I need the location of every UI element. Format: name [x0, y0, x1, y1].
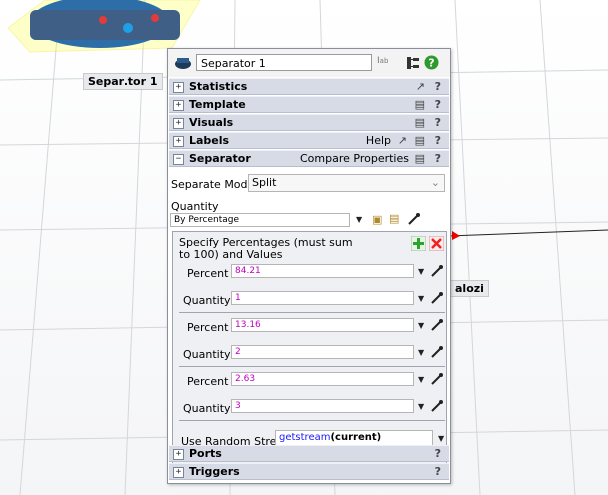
collapse-icon[interactable]: −: [173, 154, 184, 165]
expand-icon[interactable]: +: [173, 100, 184, 111]
quantity-label: Quantity: [171, 200, 219, 213]
section-statistics[interactable]: + Statistics ↗ ?: [169, 78, 449, 95]
section-labels[interactable]: + Labels Help ↗ ▤ ?: [169, 132, 449, 149]
dropdown-arrow-icon[interactable]: ▼: [418, 348, 424, 357]
help-mark[interactable]: ?: [435, 98, 441, 111]
section-title: Labels: [189, 134, 230, 147]
row-divider: [179, 366, 445, 367]
expand-icon[interactable]: +: [173, 467, 184, 478]
eyedropper-icon[interactable]: [431, 292, 443, 304]
pointer-icon[interactable]: ↗: [416, 80, 425, 93]
section-visuals[interactable]: + Visuals ▤ ?: [169, 114, 449, 131]
labels-help-link[interactable]: Help: [366, 134, 391, 147]
copy-properties-icon[interactable]: ▤: [415, 116, 425, 129]
copy-properties-icon[interactable]: ▤: [415, 98, 425, 111]
percent-label: Percent: [187, 375, 229, 388]
separator-3d-object: [7, 0, 201, 53]
section-title: Statistics: [189, 80, 248, 93]
section-title: Separator: [189, 152, 251, 165]
dropdown-arrow-icon[interactable]: ▼: [356, 215, 362, 224]
expand-icon[interactable]: +: [173, 136, 184, 147]
help-mark[interactable]: ?: [435, 116, 441, 129]
svg-text:?: ?: [428, 57, 434, 70]
quantity-row-label: Quantity: [183, 294, 231, 307]
compare-properties-link[interactable]: Compare Properties: [300, 152, 409, 165]
chevron-down-icon: ⌄: [430, 176, 440, 189]
help-mark[interactable]: ?: [435, 447, 441, 460]
quantity-input-3[interactable]: 3: [231, 399, 414, 413]
section-triggers[interactable]: + Triggers ?: [169, 463, 449, 480]
pointer-icon[interactable]: ↗: [398, 134, 407, 147]
dropdown-arrow-icon[interactable]: ▼: [418, 267, 424, 276]
percent-input-3[interactable]: 2.63: [231, 372, 414, 386]
quantity-row-label: Quantity: [183, 402, 231, 415]
separate-mode-label: Separate Mode: [171, 178, 255, 191]
dropdown-arrow-icon[interactable]: ▼: [418, 294, 424, 303]
help-mark[interactable]: ?: [435, 465, 441, 478]
row-divider: [179, 312, 445, 313]
quantity-row-label: Quantity: [183, 348, 231, 361]
code-edit-icon[interactable]: ▤: [389, 212, 399, 225]
eyedropper-icon[interactable]: [431, 400, 443, 412]
dropdown-arrow-icon[interactable]: ▼: [418, 375, 424, 384]
dropdown-arrow-icon[interactable]: ▼: [418, 402, 424, 411]
eyedropper-icon[interactable]: [431, 319, 443, 331]
separator-object-icon: [175, 58, 191, 69]
percentages-panel: Specify Percentages (must sum to 100) an…: [172, 231, 447, 475]
percent-label: Percent: [187, 267, 229, 280]
add-row-icon[interactable]: [411, 236, 426, 251]
rename-icon[interactable]: Iab: [377, 56, 388, 66]
random-stream-function: getstream: [279, 432, 331, 443]
dropdown-arrow-icon[interactable]: ▼: [438, 434, 444, 443]
eyedropper-icon[interactable]: [431, 346, 443, 358]
expand-icon[interactable]: +: [173, 449, 184, 460]
percent-input-1[interactable]: 84.21: [231, 264, 414, 278]
eyedropper-icon[interactable]: [431, 373, 443, 385]
help-mark[interactable]: ?: [435, 80, 441, 93]
separate-mode-select[interactable]: Split ⌄: [248, 174, 445, 192]
properties-window: Separator 1 Iab ? + Statistics ↗ ? + Tem…: [167, 48, 451, 484]
quantity-input-1[interactable]: 1: [231, 291, 414, 305]
section-separator[interactable]: − Separator Compare Properties ▤ ?: [169, 150, 449, 167]
percent-label: Percent: [187, 321, 229, 334]
help-icon[interactable]: ?: [424, 55, 439, 70]
section-template[interactable]: + Template ▤ ?: [169, 96, 449, 113]
section-title: Visuals: [189, 116, 234, 129]
copy-properties-icon[interactable]: ▤: [415, 134, 425, 147]
separate-mode-value: Split: [252, 176, 277, 189]
section-title: Template: [189, 98, 246, 111]
percent-input-2[interactable]: 13.16: [231, 318, 414, 332]
section-ports[interactable]: + Ports ?: [169, 445, 449, 462]
eyedropper-icon[interactable]: [431, 265, 443, 277]
eyedropper-icon[interactable]: [408, 213, 420, 225]
help-mark[interactable]: ?: [435, 152, 441, 165]
quantity-picklist[interactable]: By Percentage: [170, 213, 350, 227]
object-label-partial[interactable]: alozi: [450, 280, 489, 297]
properties-titlebar: Separator 1 Iab ?: [168, 49, 450, 77]
dropdown-arrow-icon[interactable]: ▼: [418, 321, 424, 330]
template-icon[interactable]: ▣: [372, 213, 382, 226]
remove-row-icon[interactable]: [429, 236, 444, 251]
section-title: Ports: [189, 447, 222, 460]
expand-icon[interactable]: +: [173, 82, 184, 93]
object-name-input[interactable]: Separator 1: [196, 54, 372, 71]
quantity-input-2[interactable]: 2: [231, 345, 414, 359]
object-label-separator[interactable]: Separ․tor 1: [83, 73, 163, 90]
section-title: Triggers: [189, 465, 240, 478]
expand-icon[interactable]: +: [173, 118, 184, 129]
copy-properties-icon[interactable]: ▤: [415, 152, 425, 165]
help-mark[interactable]: ?: [435, 134, 441, 147]
tree-icon[interactable]: [406, 56, 420, 70]
random-stream-argument: (current): [330, 432, 382, 443]
row-divider: [179, 420, 445, 421]
random-stream-input[interactable]: getstream(current): [275, 430, 433, 446]
percentages-heading: Specify Percentages (must sum to 100) an…: [179, 236, 353, 261]
